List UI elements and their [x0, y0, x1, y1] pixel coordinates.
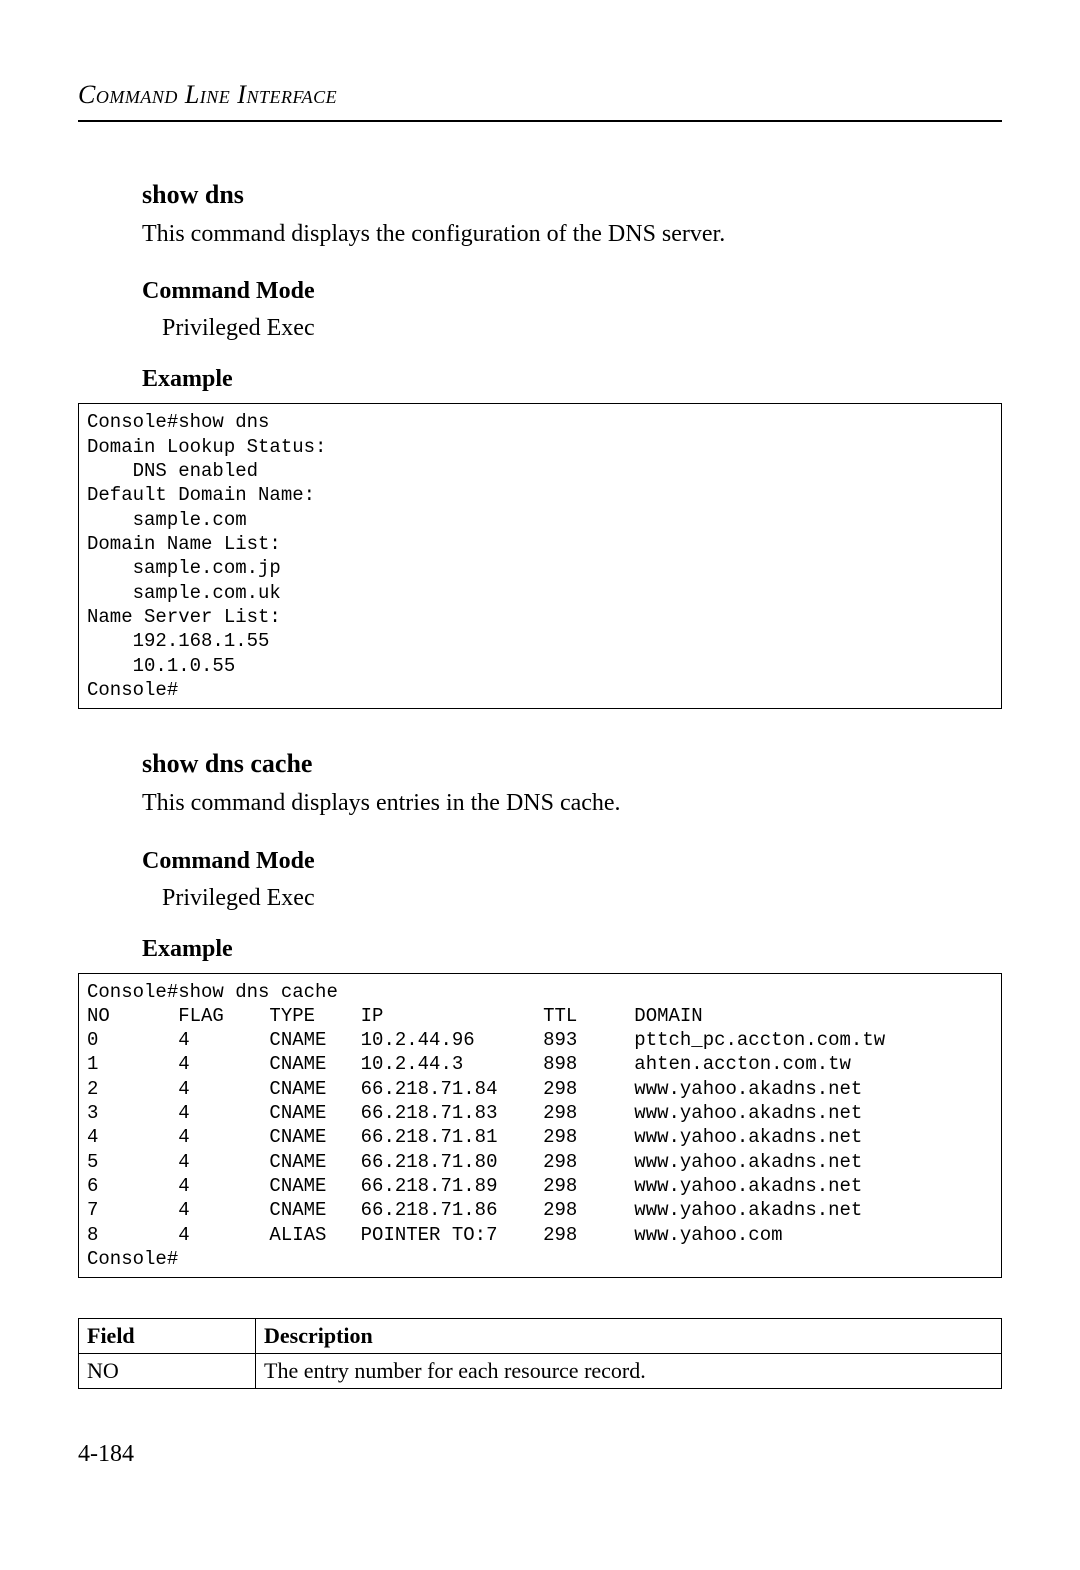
command-mode-heading: Command Mode: [142, 848, 1002, 875]
table-header-description: Description: [256, 1319, 1002, 1354]
table-header-field: Field: [79, 1319, 256, 1354]
example-heading: Example: [142, 366, 1002, 393]
running-head: Command Line Interface: [78, 80, 1002, 122]
table-cell-description: The entry number for each resource recor…: [256, 1354, 1002, 1389]
example-heading: Example: [142, 936, 1002, 963]
command-heading-show-dns-cache: show dns cache: [142, 749, 1002, 779]
command-mode-heading: Command Mode: [142, 278, 1002, 305]
table-row: NO The entry number for each resource re…: [79, 1354, 1002, 1389]
table-header-row: Field Description: [79, 1319, 1002, 1354]
console-output-show-dns-cache: Console#show dns cache NO FLAG TYPE IP T…: [78, 973, 1002, 1279]
command-mode-value: Privileged Exec: [162, 315, 1002, 342]
field-description-table: Field Description NO The entry number fo…: [78, 1318, 1002, 1389]
command-description: This command displays entries in the DNS…: [142, 787, 1002, 819]
command-mode-value: Privileged Exec: [162, 885, 1002, 912]
table-cell-field: NO: [79, 1354, 256, 1389]
command-heading-show-dns: show dns: [142, 180, 1002, 210]
console-output-show-dns: Console#show dns Domain Lookup Status: D…: [78, 403, 1002, 709]
page-number: 4-184: [78, 1441, 1002, 1468]
command-description: This command displays the configuration …: [142, 218, 1002, 250]
